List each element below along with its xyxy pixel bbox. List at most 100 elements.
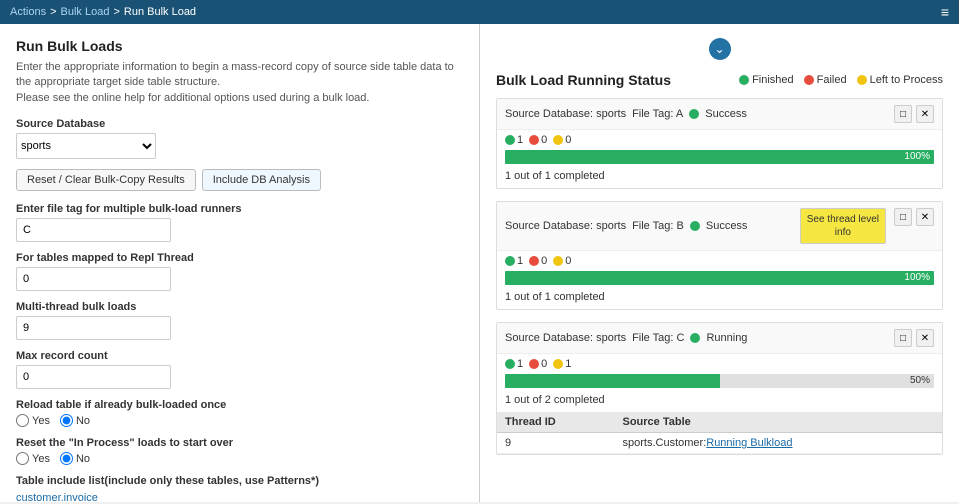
settings-icon[interactable]: ≡ [941,4,949,20]
status-header: Bulk Load Running Status Finished Failed… [496,72,943,88]
db-card-c-title: Source Database: sports File Tag: C Runn… [505,332,747,344]
bulk-load-link[interactable]: Bulk Load [61,6,110,18]
actions-link[interactable]: Actions [10,6,46,18]
counter-c-red: 0 [529,358,547,370]
source-database-select-wrapper: sports other [16,133,463,159]
db-card-a-title: Source Database: sports File Tag: A Succ… [505,108,747,120]
reload-no-option[interactable]: No [60,414,90,427]
thread-source-cell: sports.Customer:Running Bulkload [615,433,943,454]
multi-thread-input[interactable] [16,316,171,340]
db-card-b-tag: File Tag: B [632,220,684,232]
counter-c-yellow: 1 [553,358,571,370]
table-include-group: Table include list(include only these ta… [16,475,463,502]
counter-c-green: 1 [505,358,523,370]
db-card-c-status-dot [690,333,700,343]
counter-c-green-val: 1 [517,358,523,370]
db-card-c-source: Source Database: sports [505,332,626,344]
db-card-c-status: Running [706,332,747,344]
progress-bar-b: 100% [505,271,934,285]
repl-thread-label: For tables mapped to Repl Thread [16,252,463,264]
reload-table-radios: Yes No [16,414,463,427]
db-card-b-header: Source Database: sports File Tag: B Succ… [497,202,942,251]
db-card-a-tag: File Tag: A [632,108,683,120]
thread-level-tooltip: See thread levelinfo [800,208,886,244]
progress-bar-b-label: 100% [904,271,930,285]
reset-no-label: No [76,453,90,465]
breadcrumb: Actions > Bulk Load > Run Bulk Load [10,6,196,18]
progress-bar-a-label: 100% [904,150,930,164]
db-card-c-tag: File Tag: C [632,332,684,344]
reload-table-group: Reload table if already bulk-loaded once… [16,399,463,427]
counter-b-green-dot [505,256,515,266]
db-card-b-completed: 1 out of 1 completed [497,289,942,309]
counter-c-yellow-dot [553,359,563,369]
counter-b-red-dot [529,256,539,266]
counter-c-red-dot [529,359,539,369]
reset-clear-button[interactable]: Reset / Clear Bulk-Copy Results [16,169,196,191]
repl-thread-input[interactable] [16,267,171,291]
reset-no-option[interactable]: No [60,452,90,465]
db-card-c-header: Source Database: sports File Tag: C Runn… [497,323,942,354]
db-card-a-expand-btn[interactable]: □ [894,105,912,123]
reset-no-radio[interactable] [60,452,73,465]
counter-c-red-val: 0 [541,358,547,370]
db-card-c-close-btn[interactable]: ✕ [916,329,934,347]
db-card-b-source: Source Database: sports [505,220,626,232]
counter-b-yellow-dot [553,256,563,266]
reload-yes-label: Yes [32,415,50,427]
status-legend: Finished Failed Left to Process [739,74,943,86]
failed-dot [804,75,814,85]
counter-b-red-val: 0 [541,255,547,267]
legend-failed: Failed [804,74,847,86]
db-card-b-expand-btn[interactable]: □ [894,208,912,226]
db-card-b-close-btn[interactable]: ✕ [916,208,934,226]
reset-yes-label: Yes [32,453,50,465]
reload-no-label: No [76,415,90,427]
counter-c-green-dot [505,359,515,369]
reset-yes-radio[interactable] [16,452,29,465]
db-card-a-status: Success [705,108,747,120]
legend-failed-label: Failed [817,74,847,86]
counter-b-yellow: 0 [553,255,571,267]
multi-thread-label: Multi-thread bulk loads [16,301,463,313]
counter-a-green-val: 1 [517,134,523,146]
file-tag-input[interactable] [16,218,171,242]
action-buttons: Reset / Clear Bulk-Copy Results Include … [16,169,463,191]
source-database-select[interactable]: sports other [16,133,156,159]
counter-a-red-val: 0 [541,134,547,146]
file-tag-group: Enter file tag for multiple bulk-load ru… [16,203,463,242]
db-card-a-completed: 1 out of 1 completed [497,168,942,188]
progress-bar-c: 50% [505,374,934,388]
db-card-a-actions: □ ✕ [894,105,934,123]
thread-row: 9 sports.Customer:Running Bulkload [497,433,942,454]
counter-a-green-dot [505,135,515,145]
max-record-group: Max record count [16,350,463,389]
db-card-a: Source Database: sports File Tag: A Succ… [496,98,943,189]
db-card-c: Source Database: sports File Tag: C Runn… [496,322,943,455]
reset-yes-option[interactable]: Yes [16,452,50,465]
thread-table: Thread ID Source Table 9 sports.Customer… [497,412,942,454]
counter-c-yellow-val: 1 [565,358,571,370]
db-card-b-counters: 1 0 0 [497,251,942,271]
reload-no-radio[interactable] [60,414,73,427]
table-include-link[interactable]: customer.invoice [16,492,98,502]
counter-b-green: 1 [505,255,523,267]
left-panel-title: Run Bulk Loads [16,38,463,54]
current-page: Run Bulk Load [124,6,196,18]
reload-yes-radio[interactable] [16,414,29,427]
running-bulkload-link[interactable]: Running Bulkload [706,437,792,449]
counter-a-red: 0 [529,134,547,146]
progress-bar-a: 100% [505,150,934,164]
db-card-a-close-btn[interactable]: ✕ [916,105,934,123]
max-record-input[interactable] [16,365,171,389]
counter-a-yellow: 0 [553,134,571,146]
reset-inprocess-label: Reset the "In Process" loads to start ov… [16,437,463,449]
include-db-analysis-button[interactable]: Include DB Analysis [202,169,321,191]
left-panel: Run Bulk Loads Enter the appropriate inf… [0,24,480,502]
reload-yes-option[interactable]: Yes [16,414,50,427]
chevron-down-icon[interactable]: ⌄ [709,38,731,60]
db-card-b-title: Source Database: sports File Tag: B Succ… [505,220,747,232]
thread-col-id: Thread ID [497,412,615,433]
top-bar: Actions > Bulk Load > Run Bulk Load ≡ [0,0,959,24]
db-card-c-expand-btn[interactable]: □ [894,329,912,347]
